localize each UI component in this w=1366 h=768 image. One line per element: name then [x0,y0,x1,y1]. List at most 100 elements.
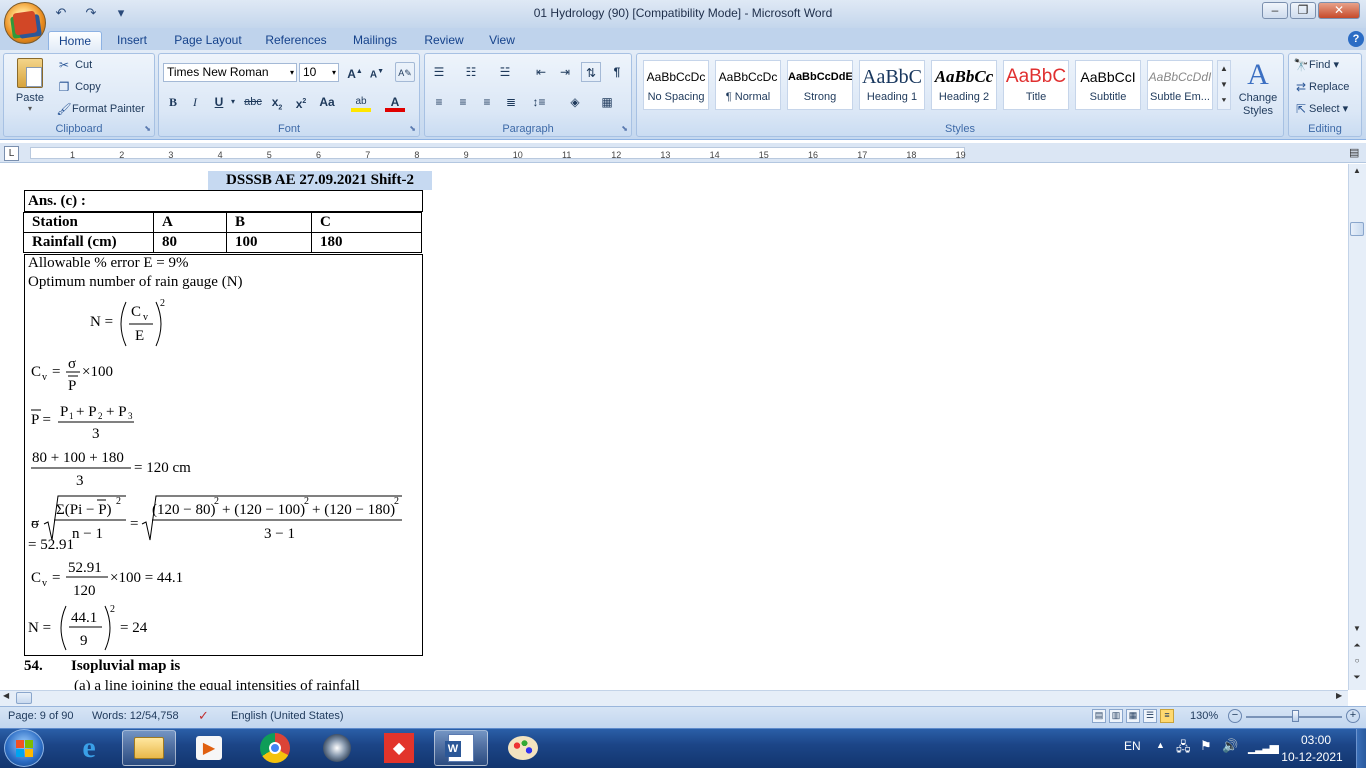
zoom-slider-thumb[interactable] [1292,710,1299,722]
font-family-select[interactable]: Times New Roman ▾ [163,63,297,82]
strikethrough-icon[interactable]: abc [243,92,263,112]
scroll-up-icon[interactable]: ▲ [1350,166,1364,180]
print-layout-icon[interactable]: ▤ [1092,709,1106,723]
clock-date[interactable]: 10-12-2021 [1276,750,1348,764]
shrink-font-icon[interactable]: A▼ [367,62,387,82]
paragraph-launcher-icon[interactable]: ⬊ [621,124,628,133]
minimize-button[interactable]: ‒ [1262,2,1288,19]
sort-icon[interactable]: ⇅ [581,62,601,82]
highlight-icon[interactable]: ab [351,92,371,112]
tab-home[interactable]: Home [48,31,102,50]
style-heading-1[interactable]: AaBbC Heading 1 [859,60,925,110]
bold-icon[interactable]: B [163,92,183,112]
chrome-taskbar-button[interactable] [248,730,302,766]
signal-icon[interactable]: ▁▂▃▅ [1248,740,1279,754]
app-taskbar-button[interactable] [310,730,364,766]
decrease-indent-icon[interactable]: ⇤ [531,62,551,82]
outline-icon[interactable]: ☰ [1143,709,1157,723]
show-desktop-button[interactable] [1356,729,1366,768]
ie-taskbar-button[interactable]: e [62,730,116,766]
clear-formatting-icon[interactable]: A✎ [395,62,415,82]
tab-references[interactable]: References [258,31,334,50]
document-page[interactable]: DSSSB AE 27.09.2021 Shift-2 Ans. (c) : S… [0,164,1348,690]
word-taskbar-button[interactable]: W [434,730,488,766]
clock-time[interactable]: 03:00 [1290,733,1342,747]
restore-button[interactable]: ❐ [1290,2,1316,19]
browse-object-icon[interactable]: ○ [1350,656,1364,670]
font-launcher-icon[interactable]: ⬊ [409,124,416,133]
language-status[interactable]: English (United States) [231,710,344,722]
replace-button[interactable]: ⇄ Replace [1293,79,1349,95]
full-screen-reading-icon[interactable]: ▥ [1109,709,1123,723]
show-formatting-icon[interactable]: ¶ [607,62,627,82]
change-case-icon[interactable]: Aa [317,92,337,112]
office-button[interactable] [4,2,46,44]
borders-icon[interactable]: ▦ [597,92,617,112]
font-color-icon[interactable]: A [385,92,405,112]
align-center-icon[interactable]: ≡ [453,92,473,112]
paint-taskbar-button[interactable] [496,730,550,766]
subscript-icon[interactable]: x2 [267,92,287,112]
scroll-left-icon[interactable]: ◀ [3,691,15,705]
find-button[interactable]: 🔭Find ▾ [1293,57,1339,73]
proofing-icon[interactable]: ✓ [198,708,209,724]
zoom-in-icon[interactable]: + [1346,709,1360,723]
paste-button[interactable]: Paste ▾ [8,56,52,116]
tab-mailings[interactable]: Mailings [344,31,406,50]
zoom-out-icon[interactable]: − [1228,709,1242,723]
style-heading-2[interactable]: AaBbCc Heading 2 [931,60,997,110]
bullets-icon[interactable]: ☰ [429,62,449,82]
justify-icon[interactable]: ≣ [501,92,521,112]
explorer-taskbar-button[interactable] [122,730,176,766]
tab-selector-icon[interactable]: L [4,146,19,161]
word-count[interactable]: Words: 12/54,758 [92,710,179,722]
select-button[interactable]: ⇱ Select ▾ [1293,101,1348,117]
underline-dropdown-icon[interactable]: ▾ [223,92,243,112]
style-normal[interactable]: AaBbCcDc ¶ Normal [715,60,781,110]
style-title[interactable]: AaBbC Title [1003,60,1069,110]
paste-dropdown-icon[interactable]: ▾ [8,104,52,113]
line-spacing-icon[interactable]: ↕≡ [529,92,549,112]
scroll-down-icon[interactable]: ▼ [1350,624,1364,638]
clipboard-launcher-icon[interactable]: ⬊ [144,124,151,133]
superscript-icon[interactable]: x2 [291,92,311,112]
web-layout-icon[interactable]: ▦ [1126,709,1140,723]
tab-review[interactable]: Review [416,31,472,50]
increase-indent-icon[interactable]: ⇥ [555,62,575,82]
view-ruler-icon[interactable]: ▤ [1349,146,1363,160]
grow-font-icon[interactable]: A▲ [345,62,365,82]
draft-icon[interactable]: ≡ [1160,709,1174,723]
align-left-icon[interactable]: ≡ [429,92,449,112]
page-count[interactable]: Page: 9 of 90 [8,710,73,722]
horizontal-scroll-thumb[interactable] [16,692,32,704]
vertical-scrollbar[interactable] [1348,164,1366,690]
style-subtitle[interactable]: AaBbCcI Subtitle [1075,60,1141,110]
horizontal-scrollbar[interactable] [0,690,1348,706]
change-styles-button[interactable]: A Change Styles [1236,58,1280,120]
align-right-icon[interactable]: ≡ [477,92,497,112]
style-no-spacing[interactable]: AaBbCcDc No Spacing [643,60,709,110]
numbering-icon[interactable]: ☷ [461,62,481,82]
cut-button[interactable]: ✂ Cut [56,57,92,73]
network-icon[interactable]: 🖧 [1176,738,1191,760]
tab-insert[interactable]: Insert [108,31,156,50]
help-icon[interactable]: ? [1348,31,1364,47]
vertical-scroll-thumb[interactable] [1350,222,1364,236]
shading-icon[interactable]: ◈ [565,92,585,112]
copy-button[interactable]: ❐ Copy [56,79,101,95]
styles-scroll[interactable]: ▲ ▼ ⯆ [1217,60,1231,110]
previous-page-icon[interactable]: ⏶ [1350,640,1364,654]
style-subtle-emphasis[interactable]: AaBbCcDdI Subtle Em... [1147,60,1213,110]
tab-page-layout[interactable]: Page Layout [166,31,250,50]
language-indicator[interactable]: EN [1124,739,1141,753]
scroll-right-icon[interactable]: ▶ [1336,691,1348,705]
media-player-taskbar-button[interactable]: ▶ [182,730,236,766]
start-button[interactable] [4,729,44,767]
volume-icon[interactable]: 🔊 [1222,738,1238,754]
close-button[interactable]: ✕ [1318,2,1360,19]
zoom-level[interactable]: 130% [1190,710,1218,722]
format-painter-button[interactable]: 🖌Format Painter [56,101,144,117]
tab-view[interactable]: View [480,31,524,50]
show-hidden-icons-icon[interactable]: ▲ [1156,740,1165,750]
next-page-icon[interactable]: ⏷ [1350,672,1364,686]
